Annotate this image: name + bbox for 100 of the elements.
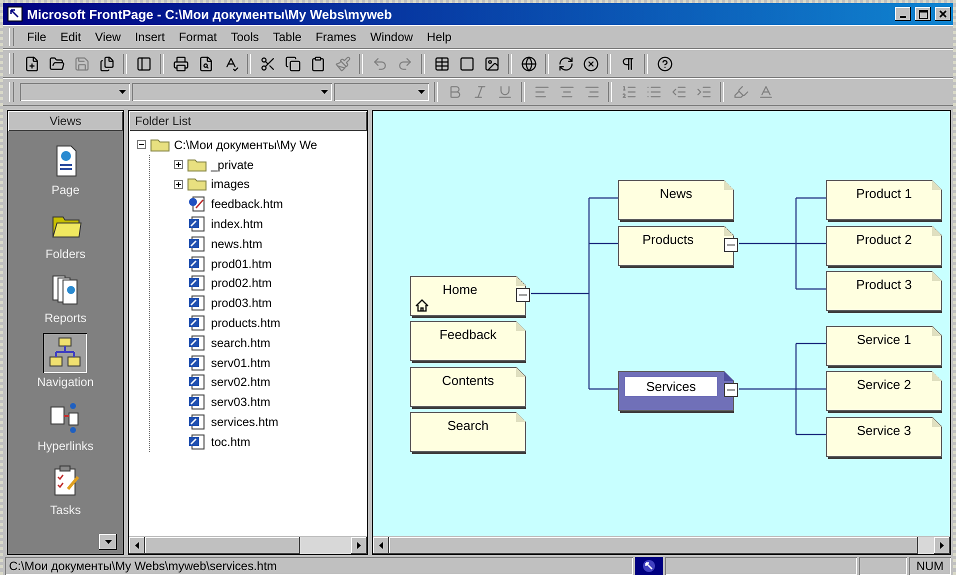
page-icon: [187, 434, 207, 450]
right-arrow-icon: [940, 542, 944, 549]
numbered-list-icon: [620, 84, 636, 100]
page-node[interactable]: Feedback: [410, 321, 526, 361]
collapse-icon[interactable]: [137, 140, 146, 150]
home-icon: [415, 298, 429, 312]
collapse-button[interactable]: [724, 383, 738, 397]
scroll-down-button[interactable]: [99, 534, 117, 550]
page-title: Product 2: [855, 232, 913, 246]
scroll-left-button[interactable]: [373, 537, 389, 554]
collapse-button[interactable]: [516, 288, 530, 302]
menu-item[interactable]: Frames: [310, 29, 362, 45]
page-icon: [187, 275, 207, 292]
align-left-icon: [534, 84, 550, 100]
page-title: Services: [625, 377, 717, 396]
file-name[interactable]: serv01.htm: [211, 356, 270, 370]
page-icon: [187, 256, 207, 272]
save-icon: [74, 56, 90, 72]
page-node[interactable]: News: [618, 180, 734, 220]
menu-item[interactable]: Table: [268, 29, 307, 45]
page-node[interactable]: Contents: [410, 366, 526, 406]
size-dropdown[interactable]: [334, 83, 429, 101]
scroll-right-button[interactable]: [351, 537, 367, 554]
outdent-icon: [670, 84, 686, 100]
file-name[interactable]: products.htm: [211, 316, 280, 330]
menu-item[interactable]: Insert: [130, 29, 170, 45]
page-icon: [187, 414, 207, 430]
collapse-button[interactable]: [724, 238, 738, 252]
page-icon: [187, 394, 207, 410]
scrollbar-thumb[interactable]: [145, 537, 300, 554]
scroll-right-button[interactable]: [934, 537, 950, 554]
app-icon: [7, 6, 23, 22]
page-node[interactable]: Product 3: [826, 271, 942, 311]
file-name[interactable]: index.htm: [211, 217, 264, 232]
file-name[interactable]: serv03.htm: [211, 395, 270, 410]
minimize-button[interactable]: [895, 7, 911, 21]
view-label: Tasks: [50, 503, 81, 517]
menu-item[interactable]: File: [22, 29, 52, 45]
menu-item[interactable]: Format: [174, 29, 222, 45]
file-name[interactable]: toc.htm: [211, 434, 250, 449]
close-button[interactable]: [935, 7, 951, 21]
align-right-icon: [584, 84, 600, 100]
page-title: Feedback: [438, 327, 498, 342]
menu-item[interactable]: Edit: [55, 29, 86, 45]
folder-name[interactable]: images: [211, 177, 250, 192]
page-node[interactable]: Service 1: [826, 326, 942, 366]
menu-item[interactable]: Tools: [226, 29, 264, 45]
page-node[interactable]: Product 1: [826, 180, 942, 220]
scroll-left-button[interactable]: [129, 537, 145, 554]
page-node[interactable]: Product 2: [826, 226, 942, 266]
file-name[interactable]: prod01.htm: [211, 256, 272, 271]
print-icon: [172, 56, 188, 72]
folder-icon: [150, 138, 170, 152]
view-label: Reports: [44, 311, 87, 325]
page-title: Search: [446, 418, 490, 433]
page-node[interactable]: Services: [618, 371, 734, 411]
file-name[interactable]: search.htm: [211, 336, 270, 350]
refresh-icon: [558, 56, 574, 72]
caret-icon: [119, 90, 126, 94]
page-node[interactable]: Products: [618, 226, 734, 266]
page-icon: [187, 374, 207, 390]
caret-icon: [104, 540, 112, 544]
horizontal-scrollbar[interactable]: [129, 536, 367, 554]
help-icon: [656, 56, 672, 72]
indent-icon: [696, 84, 712, 100]
page-node[interactable]: Home: [410, 276, 526, 316]
file-name[interactable]: services.htm: [211, 415, 278, 430]
undo-icon: [372, 56, 388, 72]
folder-list-header: Folder List: [129, 111, 367, 131]
folder-name[interactable]: _private: [211, 158, 254, 172]
page-node[interactable]: Service 3: [826, 416, 942, 456]
file-name[interactable]: feedback.htm: [211, 197, 284, 212]
page-node[interactable]: Search: [410, 412, 526, 452]
menu-item[interactable]: Window: [365, 29, 418, 45]
expand-icon[interactable]: [174, 160, 183, 170]
page-title: Home: [442, 282, 478, 296]
page-node[interactable]: Service 2: [826, 371, 942, 411]
file-name[interactable]: serv02.htm: [211, 375, 270, 390]
folder-name[interactable]: C:\Мои документы\My We: [174, 138, 318, 152]
file-name[interactable]: news.htm: [211, 236, 262, 251]
maximize-button[interactable]: [915, 7, 931, 21]
expand-icon[interactable]: [174, 180, 183, 189]
preview-icon: [198, 56, 214, 72]
page-icon: [187, 334, 207, 351]
file-name[interactable]: prod03.htm: [211, 296, 272, 310]
caret-icon: [321, 90, 328, 94]
font-dropdown[interactable]: [132, 83, 332, 101]
view-label: Page: [51, 183, 80, 197]
menu-item[interactable]: View: [90, 29, 126, 45]
style-dropdown[interactable]: [20, 83, 130, 101]
page-icon: [187, 315, 207, 332]
view-button[interactable]: [43, 333, 88, 373]
page-icon: [187, 354, 207, 371]
page-title: Product 3: [855, 277, 913, 292]
align-center-icon: [558, 84, 574, 100]
left-arrow-icon: [135, 542, 139, 549]
underline-icon: [496, 84, 512, 100]
menu-item[interactable]: Help: [422, 29, 457, 45]
file-name[interactable]: prod02.htm: [211, 276, 272, 290]
globe-icon: [520, 56, 536, 72]
